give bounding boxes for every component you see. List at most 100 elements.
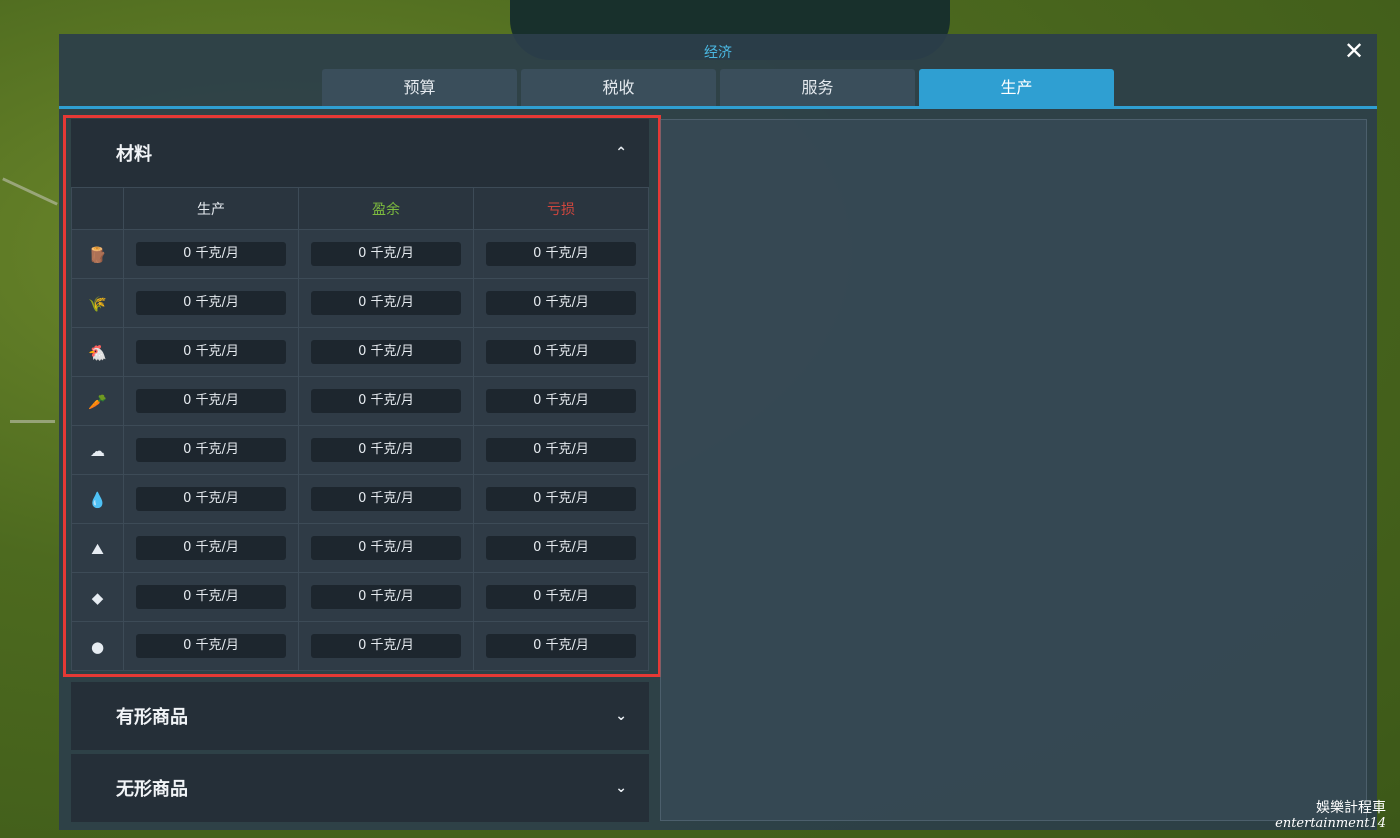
- map-road: [10, 420, 55, 423]
- tab-taxation[interactable]: 税收: [521, 69, 716, 106]
- loss-value-cell: 0 千克/月: [473, 425, 649, 475]
- production-value: 0 千克/月: [136, 585, 286, 609]
- resource-icon-cell: ☁: [71, 425, 124, 475]
- stone-icon: ●: [90, 637, 105, 656]
- table-row: 🪵 0 千克/月 0 千克/月 0 千克/月: [71, 229, 649, 279]
- table-row: 🐔 0 千克/月 0 千克/月 0 千克/月: [71, 327, 649, 377]
- materials-section: 材料 ⌃ 生产 盈余 亏损 🪵 0 千克/月 0 千克/月 0 千克/月 🌾 0 千克/月…: [71, 119, 649, 671]
- production-value-cell: 0 千克/月: [123, 621, 299, 671]
- resource-icon-cell: ⛰: [71, 523, 124, 573]
- resource-icon-cell: ◆: [71, 572, 124, 622]
- tangible-goods-title: 有形商品: [116, 707, 188, 728]
- surplus-value: 0 千克/月: [311, 585, 461, 609]
- intangible-goods-section: 无形商品 ⌄: [71, 754, 649, 822]
- tangible-goods-section: 有形商品 ⌄: [71, 682, 649, 750]
- resource-icon-cell: ●: [71, 621, 124, 671]
- loss-value-cell: 0 千克/月: [473, 572, 649, 622]
- surplus-value: 0 千克/月: [311, 487, 461, 511]
- resource-icon-cell: 🐔: [71, 327, 124, 377]
- tangible-goods-header[interactable]: 有形商品 ⌄: [71, 682, 649, 750]
- surplus-value-cell: 0 千克/月: [298, 425, 474, 475]
- production-value: 0 千克/月: [136, 438, 286, 462]
- watermark: 娛樂計程車 entertainment14: [1275, 800, 1386, 832]
- production-value-cell: 0 千克/月: [123, 278, 299, 328]
- surplus-value: 0 千克/月: [311, 242, 461, 266]
- table-header-row: 生产 盈余 亏损: [71, 187, 649, 230]
- surplus-value: 0 千克/月: [311, 340, 461, 364]
- tab-budget[interactable]: 预算: [322, 69, 517, 106]
- tab-services[interactable]: 服务: [720, 69, 915, 106]
- production-value: 0 千克/月: [136, 340, 286, 364]
- resource-icon-cell: 🌾: [71, 278, 124, 328]
- watermark-line1: 娛樂計程車: [1316, 800, 1386, 816]
- loss-value: 0 千克/月: [486, 291, 636, 315]
- loss-value-cell: 0 千克/月: [473, 376, 649, 426]
- chevron-up-icon[interactable]: ⌃: [615, 145, 627, 161]
- materials-table-body: 🪵 0 千克/月 0 千克/月 0 千克/月 🌾 0 千克/月 0 千克/月 0 千克/月 🐔 0…: [71, 229, 649, 671]
- cotton-icon: ☁: [90, 441, 105, 460]
- surplus-value-cell: 0 千克/月: [298, 572, 474, 622]
- production-value-cell: 0 千克/月: [123, 572, 299, 622]
- loss-value: 0 千克/月: [486, 634, 636, 658]
- resource-icon-cell: 🥕: [71, 376, 124, 426]
- oil-drop-icon: 💧: [88, 490, 107, 509]
- surplus-value-cell: 0 千克/月: [298, 229, 474, 279]
- resource-icon-cell: 💧: [71, 474, 124, 524]
- chevron-down-icon[interactable]: ⌄: [615, 780, 627, 796]
- table-row: ● 0 千克/月 0 千克/月 0 千克/月: [71, 621, 649, 671]
- surplus-value-cell: 0 千克/月: [298, 474, 474, 524]
- surplus-value-cell: 0 千克/月: [298, 327, 474, 377]
- loss-value: 0 千克/月: [486, 536, 636, 560]
- chicken-icon: 🐔: [88, 343, 107, 362]
- loss-value-cell: 0 千克/月: [473, 278, 649, 328]
- production-value-cell: 0 千克/月: [123, 425, 299, 475]
- production-value-cell: 0 千克/月: [123, 229, 299, 279]
- production-value: 0 千克/月: [136, 487, 286, 511]
- surplus-value-cell: 0 千克/月: [298, 523, 474, 573]
- intangible-goods-title: 无形商品: [116, 779, 188, 800]
- production-value: 0 千克/月: [136, 634, 286, 658]
- production-detail-area: [660, 119, 1367, 821]
- production-value: 0 千克/月: [136, 536, 286, 560]
- intangible-goods-header[interactable]: 无形商品 ⌄: [71, 754, 649, 822]
- loss-value-cell: 0 千克/月: [473, 327, 649, 377]
- economy-panel: 经济 ✕ 预算 税收 服务 生产 材料 ⌃ 生产 盈余 亏损 🪵 0 千克/月 0 …: [59, 34, 1377, 830]
- table-row: 💧 0 千克/月 0 千克/月 0 千克/月: [71, 474, 649, 524]
- surplus-value: 0 千克/月: [311, 291, 461, 315]
- materials-title: 材料: [116, 144, 152, 165]
- tab-underline: [59, 106, 1377, 109]
- surplus-value: 0 千克/月: [311, 438, 461, 462]
- column-header-loss: 亏损: [473, 187, 649, 230]
- resource-icon-cell: 🪵: [71, 229, 124, 279]
- tab-bar: 预算 税收 服务 生产: [322, 69, 1114, 106]
- materials-header[interactable]: 材料 ⌃: [71, 119, 649, 187]
- loss-value: 0 千克/月: [486, 340, 636, 364]
- surplus-value-cell: 0 千克/月: [298, 376, 474, 426]
- surplus-value: 0 千克/月: [311, 536, 461, 560]
- close-button[interactable]: ✕: [1341, 38, 1367, 64]
- wood-log-icon: 🪵: [88, 245, 107, 264]
- surplus-value: 0 千克/月: [311, 389, 461, 413]
- icon-column-header: [71, 187, 124, 230]
- production-value: 0 千克/月: [136, 242, 286, 266]
- carrot-icon: 🥕: [88, 392, 107, 411]
- loss-value-cell: 0 千克/月: [473, 621, 649, 671]
- tab-production[interactable]: 生产: [919, 69, 1114, 106]
- production-value-cell: 0 千克/月: [123, 376, 299, 426]
- map-road: [2, 177, 58, 206]
- production-value: 0 千克/月: [136, 389, 286, 413]
- loss-value: 0 千克/月: [486, 487, 636, 511]
- grain-icon: 🌾: [88, 294, 107, 313]
- loss-value: 0 千克/月: [486, 438, 636, 462]
- table-row: 🌾 0 千克/月 0 千克/月 0 千克/月: [71, 278, 649, 328]
- table-row: ◆ 0 千克/月 0 千克/月 0 千克/月: [71, 572, 649, 622]
- column-header-production: 生产: [123, 187, 299, 230]
- materials-table: 生产 盈余 亏损 🪵 0 千克/月 0 千克/月 0 千克/月 🌾 0 千克/月 0 千克/…: [71, 187, 649, 671]
- chevron-down-icon[interactable]: ⌄: [615, 708, 627, 724]
- production-value-cell: 0 千克/月: [123, 523, 299, 573]
- panel-title: 经济: [704, 45, 732, 61]
- loss-value-cell: 0 千克/月: [473, 523, 649, 573]
- loss-value: 0 千克/月: [486, 242, 636, 266]
- surplus-value-cell: 0 千克/月: [298, 621, 474, 671]
- loss-value: 0 千克/月: [486, 585, 636, 609]
